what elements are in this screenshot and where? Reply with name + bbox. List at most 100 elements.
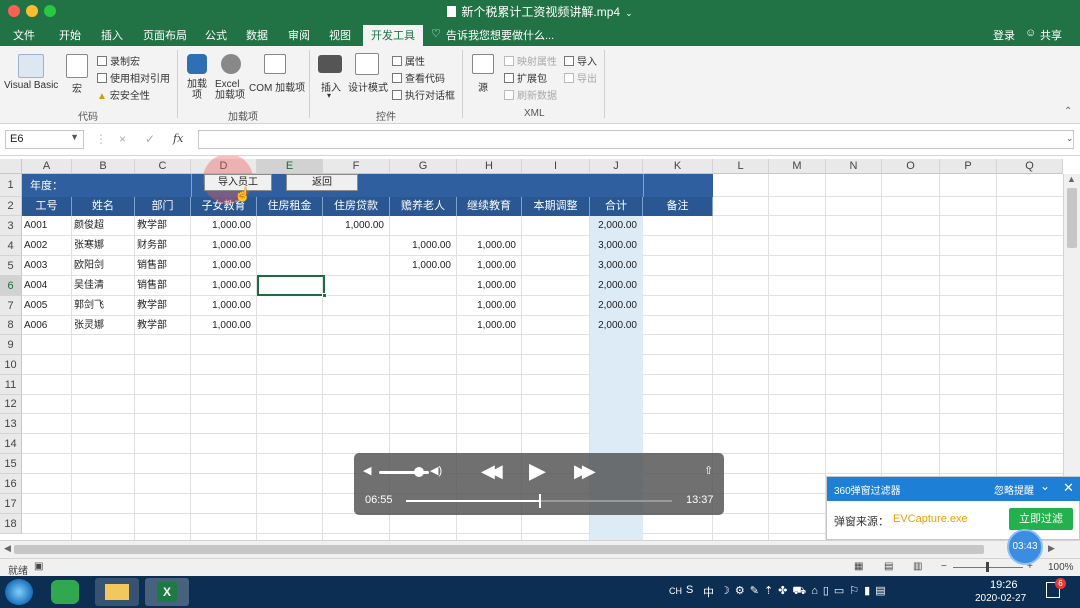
- row-header[interactable]: 15: [0, 454, 22, 474]
- selected-cell-e6[interactable]: [257, 275, 325, 296]
- visual-basic-icon[interactable]: [18, 54, 44, 78]
- table-cell[interactable]: 财务部: [135, 236, 191, 255]
- addin-icon[interactable]: [187, 54, 207, 74]
- run-dialog-button[interactable]: 执行对话框: [392, 87, 455, 102]
- filter-now-button[interactable]: 立即过滤: [1009, 508, 1073, 530]
- ime-icon[interactable]: S: [686, 584, 693, 596]
- row-header[interactable]: 5: [0, 256, 22, 276]
- tab-insert[interactable]: 插入: [101, 27, 123, 43]
- table-cell[interactable]: 1,000.00: [191, 236, 257, 255]
- tab-file[interactable]: 文件: [13, 27, 35, 43]
- table-cell[interactable]: 吴佳清: [72, 276, 135, 295]
- table-cell[interactable]: 郭剑飞: [72, 296, 135, 315]
- table-cell[interactable]: [390, 316, 457, 335]
- volume-high-icon[interactable]: ◀): [430, 464, 442, 477]
- table-cell[interactable]: 销售部: [135, 256, 191, 275]
- share-video-icon[interactable]: ⇧: [704, 464, 713, 477]
- xml-source-icon[interactable]: [472, 54, 494, 74]
- share-icon[interactable]: ☺: [1025, 27, 1036, 39]
- scroll-left-icon[interactable]: ◀: [4, 543, 11, 554]
- table-cell[interactable]: [257, 216, 323, 235]
- relative-reference-button[interactable]: 使用相对引用: [97, 70, 170, 85]
- table-cell[interactable]: A004: [22, 276, 72, 295]
- column-header[interactable]: I: [522, 159, 590, 174]
- row-header[interactable]: 14: [0, 434, 22, 454]
- table-cell[interactable]: 销售部: [135, 276, 191, 295]
- row-header[interactable]: 1: [0, 174, 22, 197]
- row-header[interactable]: 4: [0, 236, 22, 256]
- tab-page-layout[interactable]: 页面布局: [143, 27, 187, 43]
- formula-input[interactable]: [198, 130, 1074, 149]
- language-indicator[interactable]: CH: [669, 586, 682, 596]
- cancel-formula-icon[interactable]: ×: [119, 132, 126, 146]
- table-cell[interactable]: [643, 236, 713, 255]
- table-cell[interactable]: [323, 256, 390, 275]
- macro-security-button[interactable]: ▲ 宏安全性: [97, 87, 150, 102]
- enter-formula-icon[interactable]: ✓: [145, 132, 155, 146]
- taskbar-app-360-icon[interactable]: [51, 580, 79, 604]
- visual-basic-button[interactable]: Visual Basic: [4, 80, 58, 91]
- column-header[interactable]: K: [643, 159, 713, 174]
- record-macro-button[interactable]: 录制宏: [97, 53, 140, 68]
- table-cell[interactable]: [522, 216, 590, 235]
- tell-me-search[interactable]: 告诉我您想要做什么...: [446, 27, 554, 43]
- table-cell[interactable]: [257, 236, 323, 255]
- page-layout-view-icon[interactable]: ▤: [884, 561, 893, 572]
- table-cell[interactable]: [522, 316, 590, 335]
- xml-source-button[interactable]: 源: [478, 79, 488, 94]
- zoom-level[interactable]: 100%: [1048, 562, 1074, 573]
- design-mode-icon[interactable]: [355, 53, 379, 75]
- table-cell[interactable]: A003: [22, 256, 72, 275]
- table-cell[interactable]: [257, 296, 323, 315]
- tab-developer[interactable]: 开发工具: [363, 25, 423, 47]
- scroll-thumb[interactable]: [1067, 188, 1077, 248]
- tab-review[interactable]: 审阅: [288, 27, 310, 43]
- table-cell[interactable]: 2,000.00: [590, 276, 643, 295]
- tray-icons[interactable]: ☽⚙✎⇡✤⛟⌂▯▭⚐▮▤: [720, 584, 891, 599]
- volume-knob[interactable]: [414, 467, 424, 477]
- table-cell[interactable]: 教学部: [135, 316, 191, 335]
- popup-ignore-link[interactable]: 忽略提醒: [994, 482, 1034, 497]
- tab-data[interactable]: 数据: [246, 27, 268, 43]
- table-cell[interactable]: 1,000.00: [323, 216, 390, 235]
- play-icon[interactable]: ▶: [529, 458, 546, 484]
- table-cell[interactable]: [257, 316, 323, 335]
- table-cell[interactable]: [323, 236, 390, 255]
- excel-addin-gear-icon[interactable]: [221, 54, 241, 74]
- macro-icon[interactable]: [66, 54, 88, 78]
- view-code-button[interactable]: 查看代码: [392, 70, 445, 85]
- worksheet[interactable]: ABCDEFGHIJKLMNOPQ 1 2 3 4 5 6 7 8 9 10 11 12 13 14 15 1…: [0, 156, 1080, 540]
- column-header[interactable]: J: [590, 159, 643, 174]
- column-header[interactable]: B: [72, 159, 135, 174]
- row-header[interactable]: 13: [0, 414, 22, 434]
- row-header[interactable]: 18: [0, 514, 22, 534]
- login-link[interactable]: 登录: [993, 27, 1015, 43]
- chevron-down-icon[interactable]: ▼: [70, 132, 79, 142]
- volume-low-icon[interactable]: ◀: [363, 464, 371, 477]
- start-button-icon[interactable]: [5, 579, 33, 605]
- column-header[interactable]: M: [769, 159, 826, 174]
- table-cell[interactable]: A006: [22, 316, 72, 335]
- tab-home[interactable]: 开始: [59, 27, 81, 43]
- table-cell[interactable]: 教学部: [135, 216, 191, 235]
- table-cell[interactable]: 欧阳剑: [72, 256, 135, 275]
- row-header[interactable]: 11: [0, 375, 22, 395]
- table-cell[interactable]: 教学部: [135, 296, 191, 315]
- table-cell[interactable]: 1,000.00: [390, 236, 457, 255]
- toolbox-icon[interactable]: [318, 55, 342, 73]
- table-cell[interactable]: [643, 296, 713, 315]
- table-cell[interactable]: [522, 256, 590, 275]
- table-cell[interactable]: 1,000.00: [457, 316, 522, 335]
- return-button[interactable]: 返回: [286, 174, 358, 191]
- video-player-controls[interactable]: ◀ ◀) ◀◀ ▶ ▶▶ ⇧ 06:55 13:37: [354, 453, 724, 515]
- select-all-corner[interactable]: [0, 159, 22, 174]
- table-cell[interactable]: 1,000.00: [191, 256, 257, 275]
- column-header[interactable]: F: [323, 159, 390, 174]
- column-header[interactable]: L: [713, 159, 769, 174]
- table-cell[interactable]: 2,000.00: [590, 216, 643, 235]
- row-header[interactable]: 17: [0, 494, 22, 514]
- clock-date[interactable]: 2020-02-27: [975, 593, 1026, 604]
- table-cell[interactable]: [257, 256, 323, 275]
- popup-close-icon[interactable]: ✕: [1063, 480, 1074, 496]
- column-header[interactable]: N: [826, 159, 882, 174]
